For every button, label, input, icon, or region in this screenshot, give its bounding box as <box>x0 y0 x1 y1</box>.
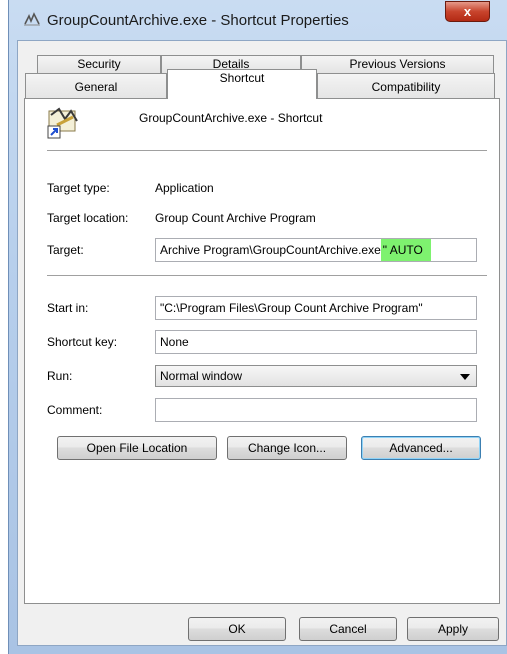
start-in-label: Start in: <box>47 301 89 315</box>
divider <box>47 275 487 277</box>
shortcut-tab-panel: GroupCountArchive.exe - Shortcut Target … <box>24 98 500 604</box>
window-title: GroupCountArchive.exe - Shortcut Propert… <box>47 12 349 29</box>
tab-security[interactable]: Security <box>37 55 161 73</box>
target-field[interactable]: Archive Program\GroupCountArchive.exe " A… <box>155 238 477 262</box>
shortcut-key-value: None <box>160 335 189 349</box>
open-file-location-button[interactable]: Open File Location <box>57 436 217 460</box>
run-label: Run: <box>47 369 73 383</box>
run-dropdown[interactable]: Normal window <box>155 365 477 387</box>
ok-button[interactable]: OK <box>188 617 286 641</box>
shortcut-name: GroupCountArchive.exe - Shortcut <box>139 111 323 125</box>
comment-label: Comment: <box>47 403 103 417</box>
tab-previous-versions[interactable]: Previous Versions <box>301 55 494 73</box>
dialog-client-area: Security Details Previous Versions Gener… <box>17 40 507 646</box>
start-in-field[interactable]: "C:\Program Files\Group Count Archive Pr… <box>155 296 477 320</box>
divider <box>47 150 487 152</box>
target-value-highlight: " AUTO <box>380 239 431 261</box>
start-in-value: "C:\Program Files\Group Count Archive Pr… <box>160 301 423 315</box>
title-bar[interactable]: GroupCountArchive.exe - Shortcut Propert… <box>9 0 507 40</box>
button-label: Apply <box>437 622 469 636</box>
target-type-label: Target type: <box>47 181 110 195</box>
tab-label: Previous Versions <box>349 57 446 71</box>
button-label: Advanced... <box>389 441 453 455</box>
run-value: Normal window <box>160 369 243 383</box>
shortcut-large-icon <box>47 107 78 139</box>
comment-field[interactable] <box>155 398 477 422</box>
change-icon-button[interactable]: Change Icon... <box>227 436 347 460</box>
button-label: Open File Location <box>86 441 188 455</box>
tab-shortcut[interactable]: Shortcut <box>167 69 317 99</box>
target-location-value: Group Count Archive Program <box>155 211 316 225</box>
shortcut-app-icon <box>24 12 40 26</box>
target-type-value: Application <box>155 181 214 195</box>
apply-button[interactable]: Apply <box>407 617 499 641</box>
target-location-label: Target location: <box>47 211 129 225</box>
advanced-button[interactable]: Advanced... <box>361 436 481 460</box>
tab-compatibility[interactable]: Compatibility <box>317 73 495 99</box>
button-label: Cancel <box>329 622 367 636</box>
target-value: Archive Program\GroupCountArchive.exe <box>160 243 381 257</box>
button-label: OK <box>228 622 246 636</box>
tab-label: Compatibility <box>371 80 441 94</box>
close-button[interactable]: x <box>445 1 490 22</box>
close-icon: x <box>463 4 472 19</box>
target-label: Target: <box>47 243 84 257</box>
tab-label: Shortcut <box>219 71 265 85</box>
tab-label: General <box>74 80 118 94</box>
shortcut-key-field[interactable]: None <box>155 330 477 354</box>
cancel-button[interactable]: Cancel <box>299 617 397 641</box>
shortcut-key-label: Shortcut key: <box>47 335 118 349</box>
button-label: Change Icon... <box>247 441 327 455</box>
properties-window: GroupCountArchive.exe - Shortcut Propert… <box>8 0 507 654</box>
chevron-down-icon <box>460 374 470 380</box>
tab-label: Security <box>77 57 121 71</box>
tab-general[interactable]: General <box>25 73 167 99</box>
